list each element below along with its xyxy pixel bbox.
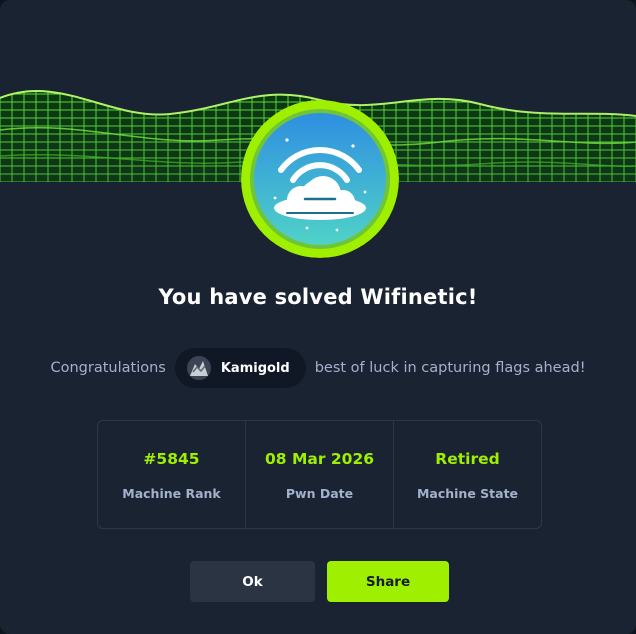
wifi-cloud-machine-icon	[241, 100, 399, 258]
solved-modal: You have solved Wifinetic! Congratulatio…	[0, 0, 636, 634]
congrats-suffix: best of luck in capturing flags ahead!	[314, 360, 586, 376]
stat-label: Pwn Date	[285, 486, 354, 501]
stat-machine-rank: #5845 Machine Rank	[98, 421, 246, 528]
modal-title: You have solved Wifinetic!	[158, 285, 478, 309]
stat-label: Machine State	[416, 486, 519, 501]
congrats-prefix: Congratulations	[50, 360, 166, 376]
share-button[interactable]: Share	[327, 561, 449, 602]
user-avatar	[186, 356, 211, 380]
user-chip[interactable]: Kamigold	[174, 348, 306, 388]
stat-value: Retired	[435, 450, 500, 468]
stat-machine-state: Retired Machine State	[394, 421, 541, 528]
stats-panel: #5845 Machine Rank 08 Mar 2026 Pwn Date …	[97, 420, 542, 529]
stat-label: Machine Rank	[122, 486, 221, 501]
stat-pwn-date: 08 Mar 2026 Pwn Date	[246, 421, 394, 528]
stat-value: 08 Mar 2026	[264, 450, 375, 468]
user-name: Kamigold	[220, 360, 290, 376]
congrats-message: Congratulations Kamigold best of luck in…	[0, 348, 636, 388]
ok-button[interactable]: Ok	[190, 561, 315, 602]
stat-value: #5845	[143, 450, 200, 468]
